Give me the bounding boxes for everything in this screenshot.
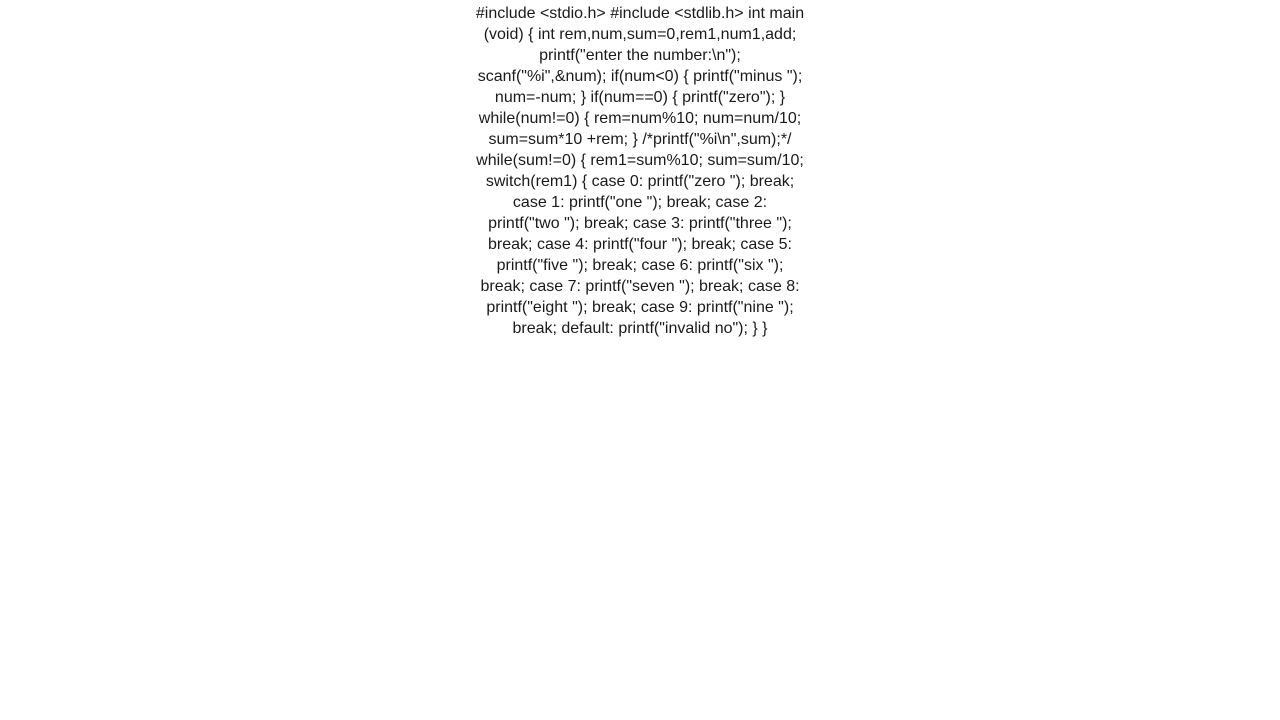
code-text-block: #include <stdio.h> #include <stdlib.h> i… [475, 0, 805, 339]
